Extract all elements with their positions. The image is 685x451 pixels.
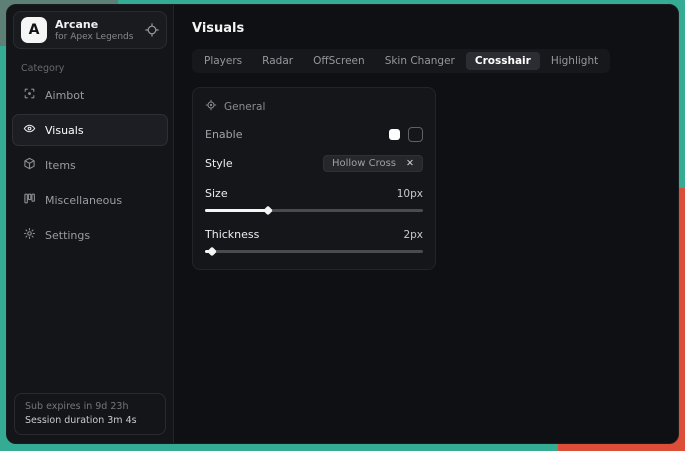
app-subtitle: for Apex Legends [55,32,133,42]
eye-scan-icon [23,122,36,138]
style-label: Style [205,157,233,170]
tab-skin-changer[interactable]: Skin Changer [376,52,464,70]
size-value: 10px [397,188,423,200]
app-name-block: Arcane for Apex Legends [55,18,133,42]
clear-icon[interactable]: ✕ [406,159,414,169]
app-logo: A [21,17,47,43]
tab-highlight[interactable]: Highlight [542,52,607,70]
sidebar-item-label: Settings [45,229,90,242]
slider-track [205,250,423,253]
sidebar-item-items[interactable]: Items [12,149,168,181]
slider-thumb[interactable] [207,247,217,257]
tab-offscreen[interactable]: OffScreen [304,52,374,70]
columns-icon [23,192,36,208]
thickness-value: 2px [403,229,423,241]
app-name: Arcane [55,18,133,31]
style-select[interactable]: Hollow Cross ✕ [323,155,423,172]
general-section-header: General [205,99,423,114]
target-icon[interactable] [145,23,159,37]
style-row: Style Hollow Cross ✕ [205,155,423,172]
subscription-info-box: Sub expires in 9d 23h Session duration 3… [14,393,166,435]
gear-icon [23,227,36,243]
visuals-tabbar: Players Radar OffScreen Skin Changer Cro… [192,49,610,73]
sidebar-item-aimbot[interactable]: Aimbot [12,79,168,111]
sidebar-item-label: Miscellaneous [45,194,122,207]
thickness-row: Thickness 2px [205,228,423,241]
size-label: Size [205,187,228,200]
enable-controls [389,127,423,142]
general-section-title: General [224,101,265,113]
app-window: A Arcane for Apex Legends Category [6,4,679,444]
enable-checkbox[interactable] [408,127,423,142]
enable-row: Enable [205,127,423,142]
size-row: Size 10px [205,187,423,200]
general-panel: General Enable Style Hollow Cross ✕ Size… [192,87,436,270]
slider-fill [205,209,268,212]
sidebar-item-settings[interactable]: Settings [12,219,168,251]
sidebar: A Arcane for Apex Legends Category [7,5,174,443]
enable-label: Enable [205,128,242,141]
tab-crosshair[interactable]: Crosshair [466,52,540,70]
style-select-value: Hollow Cross [332,158,396,169]
sub-expires-text: Sub expires in 9d 23h [25,401,155,412]
slider-thumb[interactable] [263,206,273,216]
crosshair-icon [23,87,36,103]
box-icon [23,157,36,173]
thickness-slider[interactable] [205,247,423,256]
sidebar-item-label: Aimbot [45,89,84,102]
main-content: Visuals Players Radar OffScreen Skin Cha… [174,5,678,443]
tab-radar[interactable]: Radar [253,52,302,70]
color-swatch[interactable] [389,129,400,140]
session-duration-text: Session duration 3m 4s [25,415,155,426]
thickness-label: Thickness [205,228,259,241]
crosshair-settings-icon [205,99,217,114]
tab-players[interactable]: Players [195,52,251,70]
sidebar-item-label: Items [45,159,76,172]
sidebar-nav: Aimbot Visuals Items [7,79,173,251]
sidebar-item-visuals[interactable]: Visuals [12,114,168,146]
page-title: Visuals [192,21,660,36]
category-label: Category [21,63,159,74]
sidebar-item-miscellaneous[interactable]: Miscellaneous [12,184,168,216]
size-slider[interactable] [205,206,423,215]
app-header-card: A Arcane for Apex Legends [13,11,167,49]
sidebar-item-label: Visuals [45,124,84,137]
